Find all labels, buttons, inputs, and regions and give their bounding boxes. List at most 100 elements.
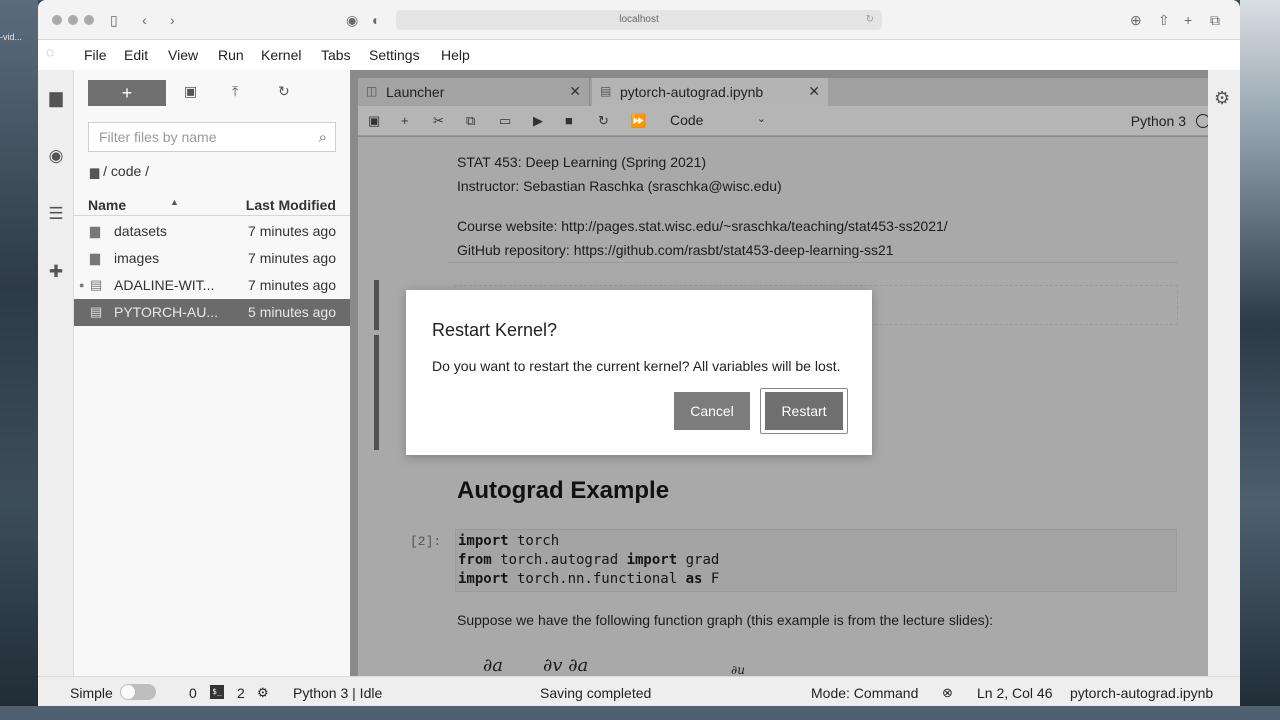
file-browser-toolbar: + ▣ ⤒ ↻ <box>74 70 350 118</box>
kernel-name[interactable]: Python 3 <box>1131 113 1186 129</box>
close-tab-icon[interactable]: ✕ <box>569 83 581 100</box>
shield-icon[interactable]: ◐ <box>372 11 380 29</box>
cell-collapser-bar[interactable] <box>374 280 379 330</box>
cancel-button[interactable]: Cancel <box>674 392 750 430</box>
interrupt-kernel-icon[interactable]: ■ <box>565 113 573 128</box>
new-launcher-button[interactable]: + <box>88 80 166 106</box>
file-modified: 7 minutes ago <box>248 277 336 293</box>
menu-help[interactable]: Help <box>441 47 470 63</box>
zoom-window-button[interactable] <box>84 15 94 25</box>
restart-kernel-dialog: Restart Kernel? Do you want to restart t… <box>406 290 872 455</box>
notebook-icon: ▤ <box>90 304 103 319</box>
restart-button[interactable]: Restart <box>765 392 843 430</box>
trusted-notebook-icon[interactable]: ⊗ <box>942 685 953 701</box>
folder-icon[interactable]: ▆ <box>90 165 99 179</box>
new-tab-icon[interactable]: + <box>1184 11 1192 29</box>
kernels-count[interactable]: 2 <box>237 685 245 701</box>
menu-tabs[interactable]: Tabs <box>321 47 351 63</box>
dialog-body: Do you want to restart the current kerne… <box>432 358 841 374</box>
tab-label: pytorch-autograd.ipynb <box>620 84 764 100</box>
restart-run-all-icon[interactable]: ⏩ <box>630 113 646 129</box>
notebook-icon: ▤ <box>600 84 612 98</box>
running-sessions-icon[interactable]: ◉ <box>46 146 66 166</box>
paste-icon[interactable]: ▭ <box>499 113 511 129</box>
table-of-contents-icon[interactable]: ☰ <box>46 204 66 224</box>
tab-label: Launcher <box>386 84 445 100</box>
code-line: import torch <box>458 533 560 549</box>
copy-icon[interactable]: ⧉ <box>466 113 475 129</box>
file-row-images[interactable]: ▆ images 7 minutes ago <box>74 245 350 272</box>
instructor-text: Instructor: Sebastian Raschka (sraschka@… <box>457 178 782 194</box>
desktop-background-bottom <box>0 706 1280 720</box>
simple-mode-label: Simple <box>70 685 113 701</box>
toggle-knob <box>121 685 135 699</box>
file-name: ADALINE-WIT... <box>114 277 215 293</box>
menu-kernel[interactable]: Kernel <box>261 47 301 63</box>
current-filename: pytorch-autograd.ipynb <box>1070 685 1214 701</box>
file-row-adaline[interactable]: ● ▤ ADALINE-WIT... 7 minutes ago <box>74 272 350 299</box>
tab-pytorch-autograd[interactable]: ▤ pytorch-autograd.ipynb ✕ <box>592 78 828 106</box>
property-inspector-gear-icon[interactable]: ⚙ <box>1214 88 1230 109</box>
sidebar-toggle-icon[interactable]: ▯ <box>110 11 118 29</box>
math-fragment: ∂v ∂a <box>543 655 589 676</box>
refresh-icon[interactable]: ↻ <box>278 83 290 100</box>
new-folder-icon[interactable]: ▣ <box>184 83 197 100</box>
kernel-chip-icon[interactable]: ⚙ <box>257 685 269 701</box>
cut-icon[interactable]: ✂ <box>433 113 444 129</box>
menu-settings[interactable]: Settings <box>369 47 420 63</box>
cell-type-select[interactable]: Code ⌄ <box>670 112 766 128</box>
tab-launcher[interactable]: ◫ Launcher ✕ <box>358 78 590 106</box>
terminals-count[interactable]: 0 <box>189 685 197 701</box>
privacy-report-icon[interactable]: ◉ <box>346 11 358 29</box>
menu-edit[interactable]: Edit <box>124 47 148 63</box>
desktop-background-left <box>0 0 38 720</box>
right-sidebar: ⚙ <box>1208 70 1240 676</box>
extensions-icon[interactable]: ✚ <box>46 262 66 282</box>
filter-files-field: ⌕ <box>88 122 336 152</box>
github-repository-text[interactable]: GitHub repository: https://github.com/ra… <box>457 242 894 258</box>
cell-collapser-bar[interactable] <box>374 335 379 450</box>
run-cell-icon[interactable]: ▶ <box>533 113 543 129</box>
terminal-icon[interactable]: $_ <box>210 685 224 699</box>
upload-icon[interactable]: ⤒ <box>232 83 238 100</box>
address-bar[interactable]: localhost ↻ <box>396 10 882 30</box>
save-icon[interactable]: ▣ <box>368 113 380 129</box>
file-name: images <box>114 250 160 266</box>
file-row-pytorch-autograd[interactable]: ▤ PYTORCH-AU... 5 minutes ago <box>74 299 350 326</box>
sort-ascending-icon: ▲ <box>170 197 179 207</box>
restart-kernel-icon[interactable]: ↻ <box>598 113 609 129</box>
tab-overview-icon[interactable]: ⧉ <box>1210 11 1220 29</box>
close-window-button[interactable] <box>52 15 62 25</box>
menu-run[interactable]: Run <box>218 47 244 63</box>
cursor-position-text[interactable]: Ln 2, Col 46 <box>977 685 1053 701</box>
browser-toolbar: ▯ ‹ › ◉ ◐ localhost ↻ ⊕ ⇧ + ⧉ <box>38 0 1240 40</box>
menu-view[interactable]: View <box>168 47 198 63</box>
column-modified-header[interactable]: Last Modified <box>246 197 336 213</box>
desktop-label: -vid... <box>0 32 23 42</box>
close-tab-icon[interactable]: ✕ <box>808 83 820 100</box>
suppose-text: Suppose we have the following function g… <box>457 612 994 628</box>
back-icon[interactable]: ‹ <box>142 11 147 29</box>
save-status-text: Saving completed <box>540 685 652 701</box>
column-name-header[interactable]: Name <box>88 197 126 213</box>
file-name: PYTORCH-AU... <box>114 304 218 320</box>
minimize-window-button[interactable] <box>68 15 78 25</box>
running-indicator-icon: ● <box>79 280 85 290</box>
menu-file[interactable]: File <box>84 47 107 63</box>
math-fragment: ∂a <box>483 655 504 676</box>
downloads-icon[interactable]: ⊕ <box>1130 11 1142 29</box>
kernel-status-text[interactable]: Python 3 | Idle <box>293 685 382 701</box>
file-row-datasets[interactable]: ▆ datasets 7 minutes ago <box>74 218 350 245</box>
code-cell-imports[interactable]: import torch from torch.autograd import … <box>455 529 1177 592</box>
course-website-text[interactable]: Course website: http://pages.stat.wisc.e… <box>457 218 948 234</box>
file-modified: 7 minutes ago <box>248 223 336 239</box>
insert-cell-icon[interactable]: + <box>401 113 409 128</box>
filter-files-input[interactable] <box>89 123 299 151</box>
chevron-down-icon: ⌄ <box>756 113 766 125</box>
reload-icon[interactable]: ↻ <box>866 10 874 30</box>
simple-mode-toggle[interactable] <box>120 684 156 700</box>
forward-icon[interactable]: › <box>170 11 175 29</box>
breadcrumb-path[interactable]: / code / <box>103 163 149 179</box>
share-icon[interactable]: ⇧ <box>1158 11 1170 29</box>
file-browser-icon[interactable]: ▆ <box>46 88 66 108</box>
